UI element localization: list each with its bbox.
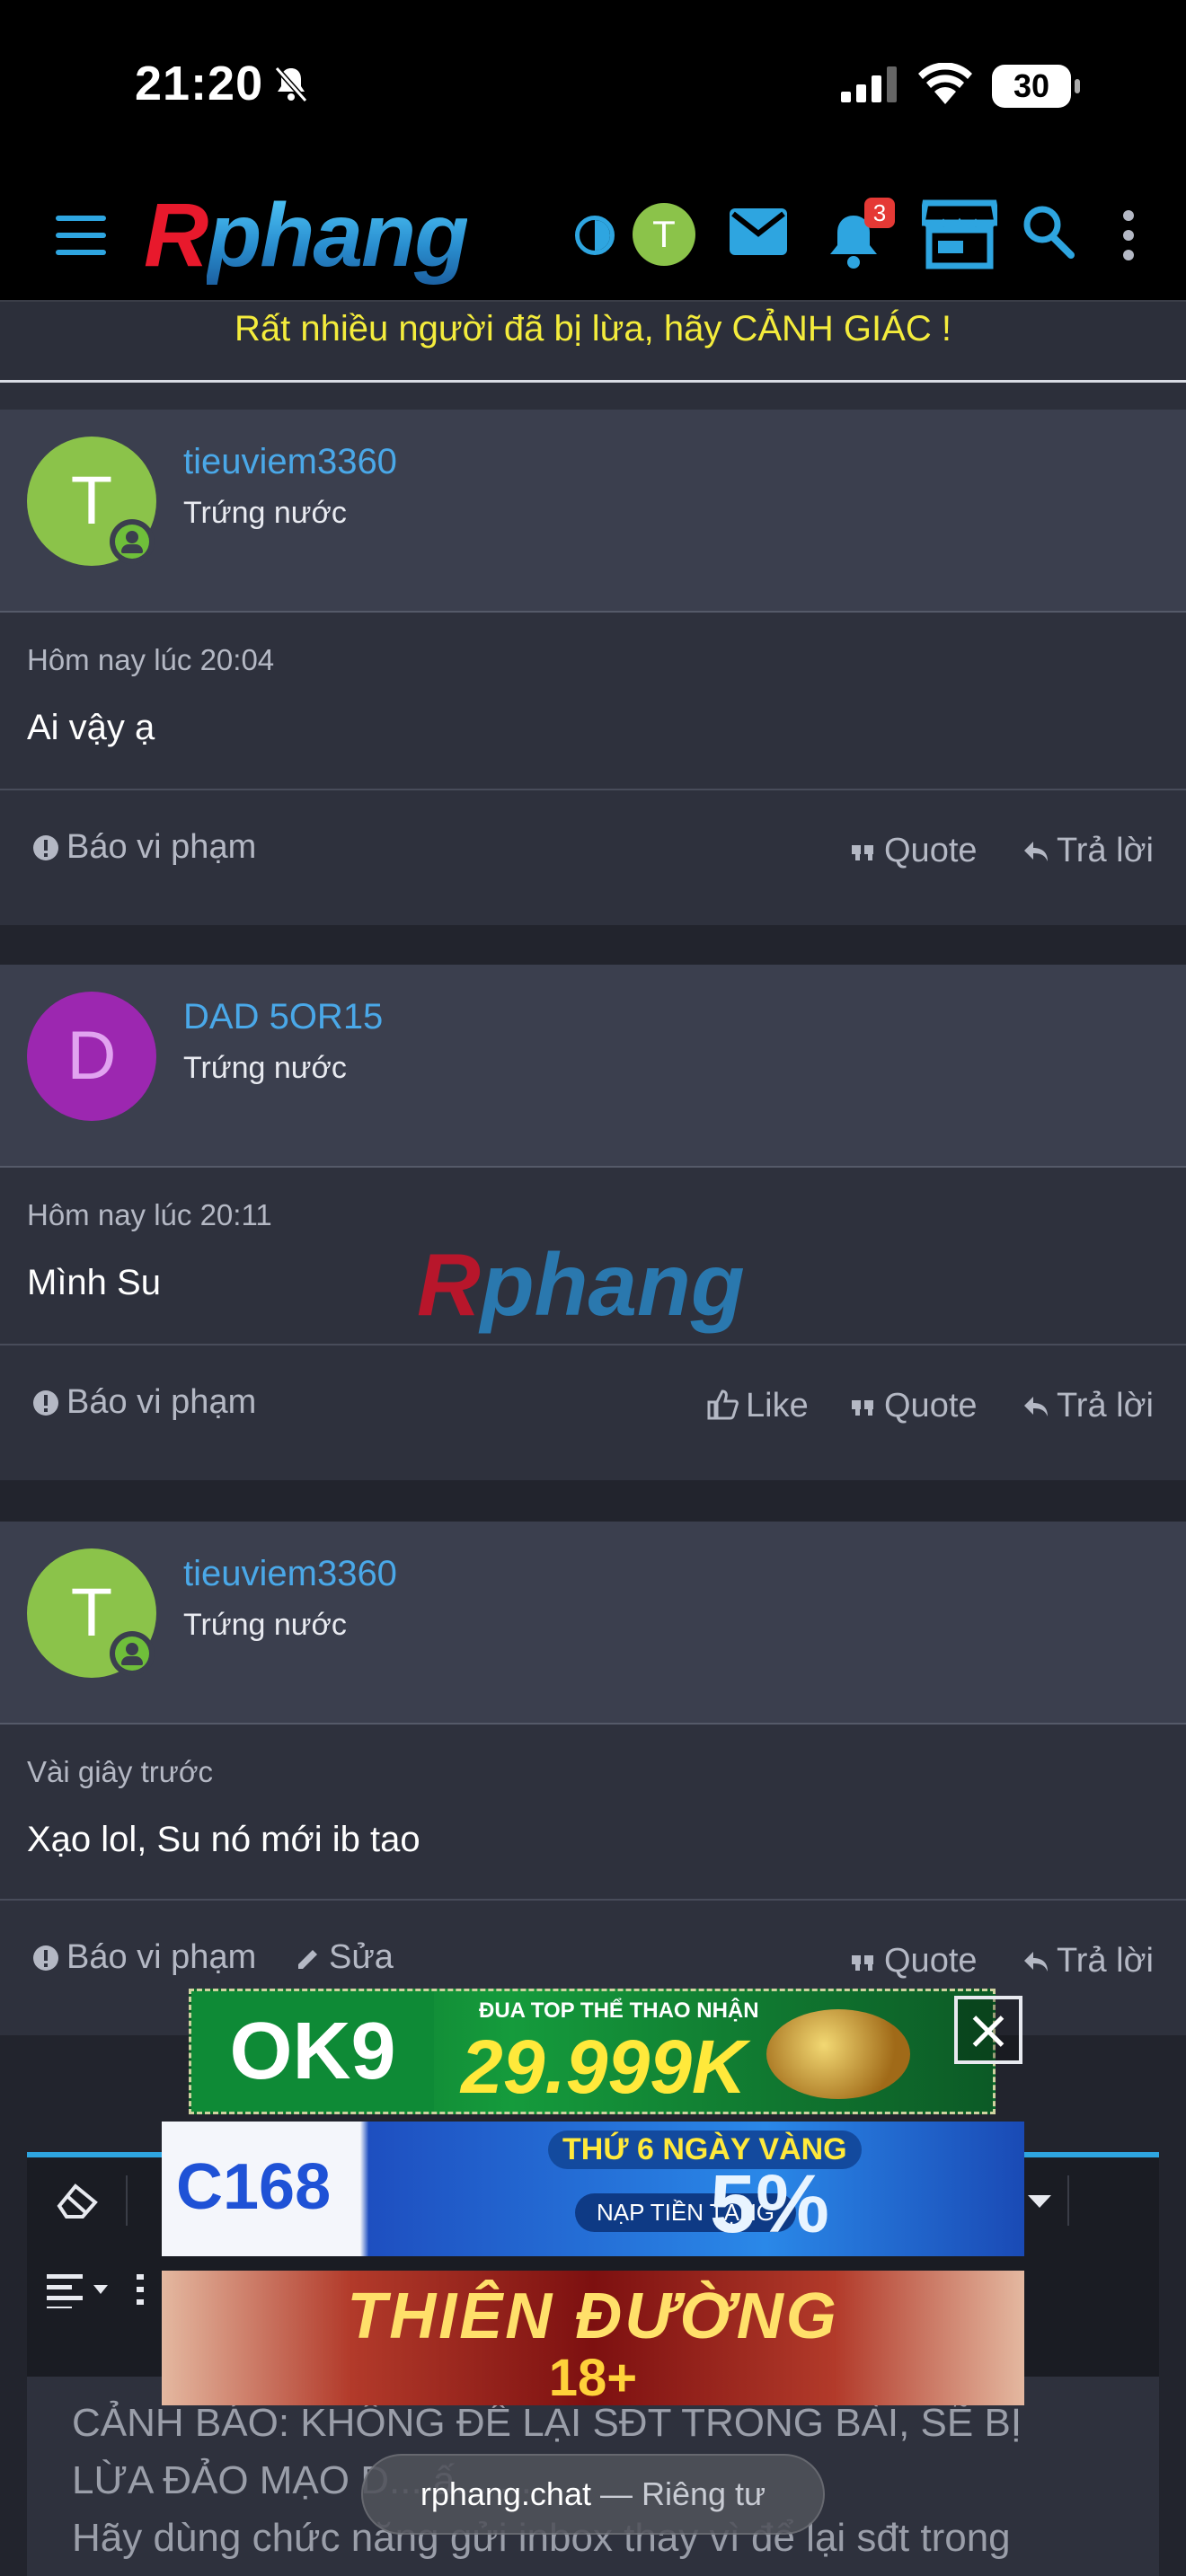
alert-icon [33, 835, 58, 860]
post-2: D DAD 5OR15 Trứng nước Hôm nay lúc 20:11… [0, 965, 1186, 1480]
avatar[interactable]: D [27, 992, 156, 1121]
theme-toggle-icon[interactable] [575, 216, 615, 255]
toolbar-divider [1067, 2175, 1069, 2226]
reply-icon [1024, 1397, 1048, 1416]
more-options-icon[interactable] [1120, 208, 1137, 262]
post-actions: Báo vi phạm Quote Trả lời [0, 790, 1186, 925]
post-header: T tieuviem3360 Trứng nước [0, 1522, 1186, 1725]
search-icon[interactable] [1022, 205, 1075, 259]
quote-icon [852, 845, 873, 860]
user-avatar[interactable]: T [633, 203, 695, 266]
quote-button[interactable]: Quote [850, 1942, 978, 1981]
bell-muted-icon [274, 66, 308, 102]
username-link[interactable]: DAD 5OR15 [183, 997, 383, 1037]
toolbar-divider [126, 2175, 128, 2226]
ad-subtitle: ĐUA TOP THỂ THAO NHẬN [479, 1998, 759, 2023]
post-3: T tieuviem3360 Trứng nước Vài giây trước… [0, 1522, 1186, 2035]
warning-text: Rất nhiều người đã bị lừa, hãy CẢNH GIÁC… [235, 309, 951, 348]
ad-banner-ok9[interactable]: OK9 ĐUA TOP THỂ THAO NHẬN 29.999K [189, 1989, 996, 2114]
post-timestamp[interactable]: Vài giây trước [27, 1755, 213, 1789]
online-status-icon [110, 519, 155, 564]
store-icon[interactable] [922, 199, 997, 269]
quote-button[interactable]: Quote [850, 1387, 978, 1425]
ad-image [766, 2009, 910, 2099]
pencil-icon [298, 1950, 317, 1969]
post-1: T tieuviem3360 Trứng nước Hôm nay lúc 20… [0, 410, 1186, 925]
battery-indicator: 30 [992, 65, 1080, 108]
url-privacy-label: — Riêng tư [590, 2475, 766, 2512]
post-body: Vài giây trước Xạo lol, Su nó mới ib tao [0, 1725, 1186, 1901]
report-button[interactable]: Báo vi phạm [32, 1938, 256, 1977]
post-timestamp[interactable]: Hôm nay lúc 20:04 [27, 643, 274, 677]
clock: 21:20 [135, 57, 264, 110]
cellular-signal-icon [841, 66, 897, 102]
notification-count-badge: 3 [864, 198, 895, 228]
reply-icon [1024, 1952, 1048, 1972]
quote-icon [852, 1400, 873, 1416]
ad-logo: OK9 [191, 1991, 434, 2112]
ad-headline: THIÊN ĐƯỜNG [347, 2280, 839, 2352]
thumbs-up-icon [707, 1389, 739, 1420]
ad-close-button[interactable] [954, 1996, 1022, 2064]
ad-banner-thien-duong[interactable]: THIÊN ĐƯỜNG 18+ [162, 2271, 1024, 2405]
post-message: Mình Su [27, 1263, 161, 1302]
menu-icon[interactable] [56, 216, 106, 255]
alert-icon [33, 1390, 58, 1416]
wifi-icon [918, 63, 972, 104]
browser-url-bar[interactable]: rphang.chat — Riêng tư [361, 2454, 825, 2535]
post-actions: Báo vi phạm Like Quote Trả lời [0, 1345, 1186, 1480]
url-host: rphang.chat [420, 2475, 591, 2512]
user-title: Trứng nước [183, 1051, 347, 1085]
notifications-button[interactable]: 3 [827, 198, 898, 278]
post-divider [0, 1480, 1186, 1522]
top-navbar: Rphang T 3 [0, 171, 1186, 302]
report-button[interactable]: Báo vi phạm [32, 1383, 256, 1422]
site-watermark: Rphang [417, 1235, 745, 1334]
post-header: D DAD 5OR15 Trứng nước [0, 965, 1186, 1168]
alert-icon [33, 1945, 58, 1971]
reply-button[interactable]: Trả lời [1022, 832, 1154, 870]
post-message: Ai vậy ạ [27, 708, 155, 747]
reply-button[interactable]: Trả lời [1022, 1942, 1154, 1981]
eraser-icon[interactable] [54, 2181, 101, 2220]
quote-icon [852, 1955, 873, 1971]
reply-icon [1024, 842, 1048, 861]
ad-percent: 5% [710, 2158, 829, 2250]
user-title: Trứng nước [183, 1608, 347, 1642]
align-menu-icon[interactable] [47, 2272, 119, 2308]
status-bar: 21:20 30 [0, 0, 1186, 171]
chevron-down-icon[interactable] [1028, 2195, 1051, 2210]
post-timestamp[interactable]: Hôm nay lúc 20:11 [27, 1198, 272, 1232]
post-message: Xạo lol, Su nó mới ib tao [27, 1820, 420, 1859]
edit-button[interactable]: Sửa [295, 1938, 394, 1977]
scam-warning-banner: Rất nhiều người đã bị lừa, hãy CẢNH GIÁC… [0, 302, 1186, 383]
username-link[interactable]: tieuviem3360 [183, 442, 397, 482]
list-icon[interactable] [137, 2272, 164, 2308]
quote-button[interactable]: Quote [850, 832, 978, 870]
site-logo[interactable]: Rphang [144, 190, 469, 280]
ad-banner-c168[interactable]: C168 THỨ 6 NGÀY VÀNG NẠP TIỀN TẶNG 5% [162, 2122, 1024, 2256]
post-header: T tieuviem3360 Trứng nước [0, 410, 1186, 613]
username-link[interactable]: tieuviem3360 [183, 1554, 397, 1594]
reply-button[interactable]: Trả lời [1022, 1387, 1154, 1425]
ad-subtitle: 18+ [548, 2349, 638, 2405]
ad-amount: 29.999K [461, 2025, 747, 2109]
post-body: Hôm nay lúc 20:04 Ai vậy ạ [0, 613, 1186, 790]
report-button[interactable]: Báo vi phạm [32, 828, 256, 867]
mail-icon[interactable] [730, 208, 787, 255]
user-title: Trứng nước [183, 496, 347, 530]
online-status-icon [110, 1631, 155, 1676]
post-divider [0, 925, 1186, 966]
like-button[interactable]: Like [706, 1387, 809, 1425]
ad-logo: C168 [176, 2151, 332, 2223]
